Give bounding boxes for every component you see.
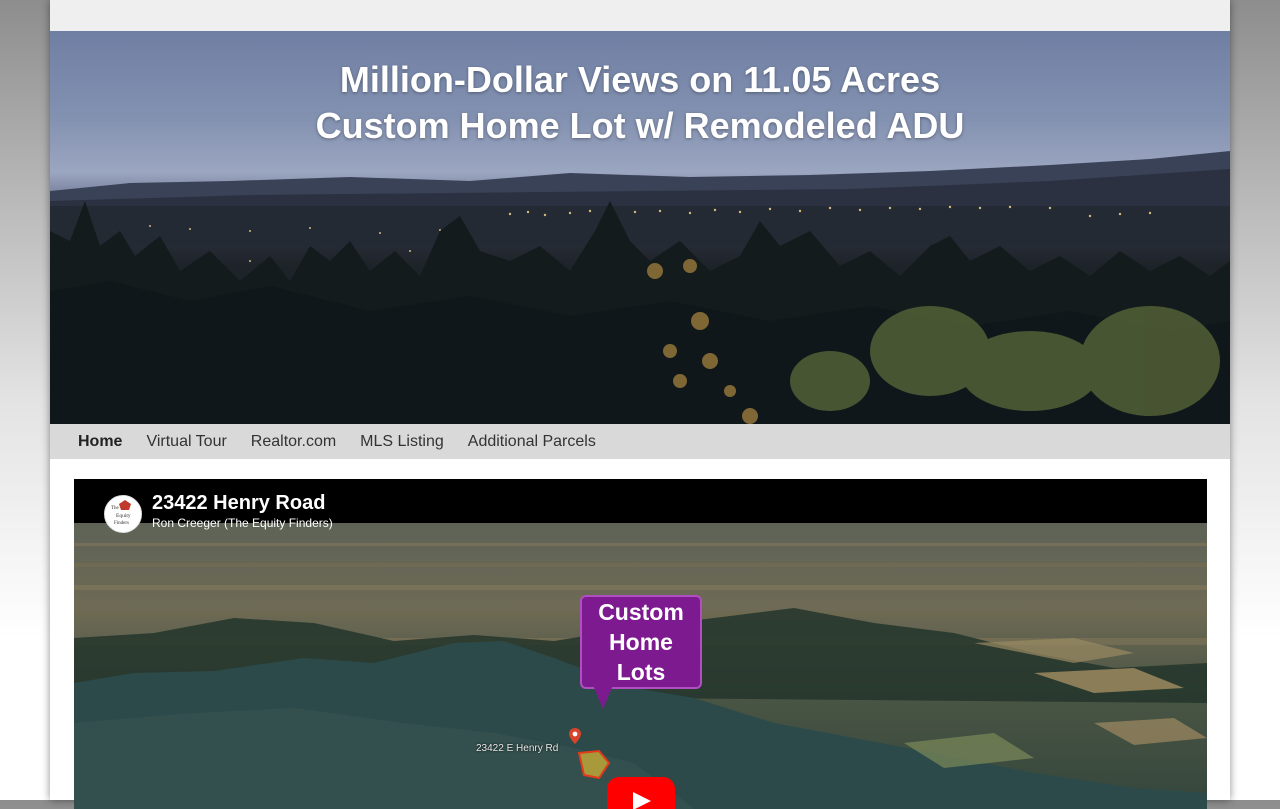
youtube-play-button[interactable] [607, 777, 675, 809]
callout-line-1: Custom [598, 599, 684, 625]
logo-text-equity: Equity [116, 513, 131, 519]
hero-banner: Million-Dollar Views on 11.05 Acres Cust… [50, 31, 1230, 424]
logo-text-finders: Finders [114, 521, 129, 526]
main-content: The Equity Finders 23422 Henry Road Ron … [50, 459, 1230, 809]
video-title[interactable]: 23422 Henry Road [152, 492, 325, 515]
main-nav: Home Virtual Tour Realtor.com MLS Listin… [50, 424, 1230, 459]
nav-item-additional-parcels[interactable]: Additional Parcels [468, 433, 596, 451]
hero-title: Million-Dollar Views on 11.05 Acres Cust… [50, 57, 1230, 149]
callout-tail [593, 685, 613, 709]
hero-title-line-2: Custom Home Lot w/ Remodeled ADU [315, 105, 965, 146]
logo-text-the: The [111, 506, 120, 511]
nav-item-home[interactable]: Home [78, 433, 122, 451]
custom-home-lots-callout: Custom Home Lots [580, 595, 702, 689]
video-embed[interactable]: The Equity Finders 23422 Henry Road Ron … [74, 479, 1207, 809]
nav-item-realtor[interactable]: Realtor.com [251, 433, 336, 451]
play-icon [633, 792, 651, 809]
channel-logo[interactable]: The Equity Finders [104, 495, 142, 533]
callout-line-3: Lots [616, 659, 666, 685]
video-channel-name[interactable]: Ron Creeger (The Equity Finders) [152, 516, 333, 530]
hero-title-line-1: Million-Dollar Views on 11.05 Acres [339, 59, 941, 100]
callout-line-2: Home [609, 629, 673, 655]
nav-item-mls-listing[interactable]: MLS Listing [360, 433, 444, 451]
equity-finders-logo-icon: The Equity Finders [105, 496, 141, 532]
page-container: Million-Dollar Views on 11.05 Acres Cust… [50, 0, 1230, 809]
map-pin-icon [569, 728, 581, 749]
nav-item-virtual-tour[interactable]: Virtual Tour [146, 433, 226, 451]
top-strip [50, 0, 1230, 31]
map-address-label: 23422 E Henry Rd [476, 743, 559, 754]
